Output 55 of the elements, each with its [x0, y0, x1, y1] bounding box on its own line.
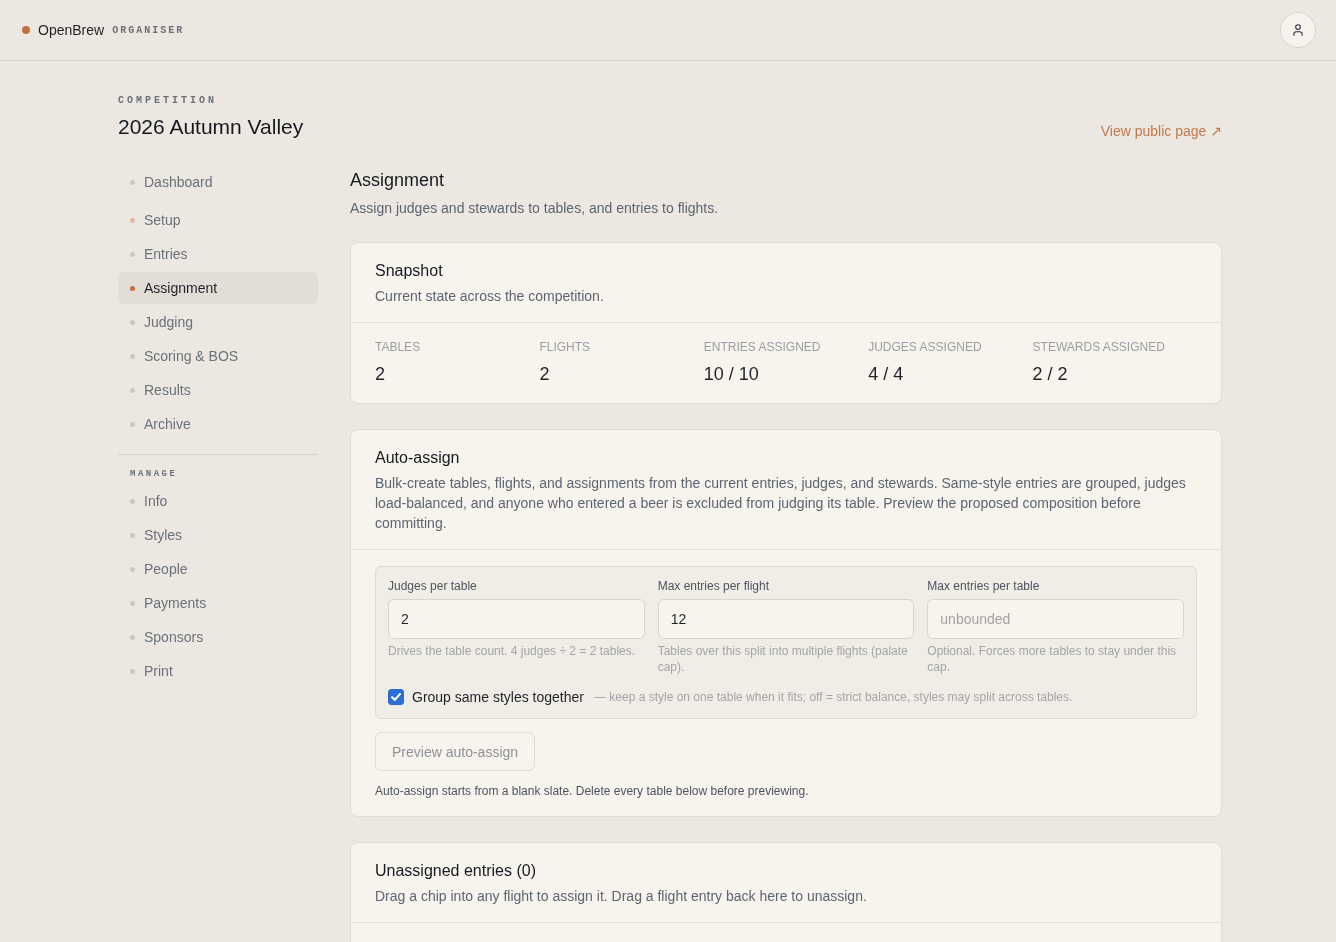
card-title: Auto-assign: [375, 448, 461, 468]
sidebar-item[interactable]: Archive: [118, 408, 318, 440]
field-hint: Optional. Forces more tables to stay under this cap.: [927, 643, 1178, 675]
checkbox[interactable]: [388, 689, 404, 705]
card-title: Unassigned entries (0): [375, 861, 537, 881]
input-field[interactable]: unbounded: [927, 599, 1184, 639]
field-hint: Drives the table count. 4 judges ÷ 2 = 2 tables.: [388, 643, 637, 659]
sidebar-item[interactable]: Print: [118, 655, 318, 687]
stat-value: 2: [375, 363, 386, 386]
stat-value: 4 / 4: [868, 363, 905, 386]
field-hint: Tables over this split into multiple flights (palate cap).: [657, 643, 909, 675]
field-label: Judges per table: [388, 578, 478, 594]
card-subtitle: Current state across the competition.: [375, 287, 605, 306]
check-icon: [391, 693, 401, 701]
sidebar-item[interactable]: Scoring & BOS: [118, 340, 318, 372]
sidebar-item[interactable]: Assignment: [118, 272, 318, 304]
card-subtitle: Drag a chip into any flight to assign it. Drag a flight entry back here to unassign.: [375, 887, 868, 906]
stat-label: STEWARDS ASSIGNED: [1032, 339, 1166, 355]
info-note: Auto-assign starts from a blank slate. Delete every table below before previewing.: [375, 783, 810, 799]
sidebar-item[interactable]: Entries: [118, 238, 318, 270]
sidebar-item[interactable]: Styles: [118, 519, 318, 551]
sidebar-item[interactable]: Dashboard: [118, 166, 318, 198]
stat-label: FLIGHTS: [539, 339, 592, 355]
account-button[interactable]: [1280, 12, 1316, 48]
public-page-link[interactable]: View public page ↗: [1100, 123, 1222, 139]
stat-label: JUDGES ASSIGNED: [868, 339, 983, 355]
checkbox-label: Group same styles together: [412, 689, 584, 705]
stat-value: 10 / 10: [703, 363, 760, 386]
input-field[interactable]: 2: [388, 599, 645, 639]
sidebar-item[interactable]: Results: [118, 374, 318, 406]
user-icon: [1291, 23, 1305, 37]
role-label: ORGANISER: [112, 24, 185, 36]
competition-title: 2026 Autumn Valley: [118, 114, 304, 140]
sidebar-item[interactable]: Setup: [118, 204, 318, 236]
input-field[interactable]: 12: [657, 599, 915, 639]
stat-value: 2 / 2: [1032, 363, 1069, 386]
stat-value: 2: [539, 363, 551, 386]
sidebar-item[interactable]: Info: [118, 485, 318, 517]
stat-label: ENTRIES ASSIGNED: [703, 339, 822, 355]
page-subtitle: Assign judges and stewards to tables, and entries to flights.: [350, 199, 720, 218]
section-eyebrow: COMPETITION: [118, 94, 218, 108]
field-label: Max entries per table: [927, 578, 1041, 594]
card-description: Bulk-create tables, flights, and assignments from the current entries, judges, and stewards. Same-style entries are grouped, judges load-balanced, and anyone who entered a beer is excluded from judging its table. Preview the proposed composition before committing.: [375, 474, 1187, 533]
sidebar-heading: MANAGE: [129, 468, 179, 481]
field-label: Max entries per flight: [657, 578, 771, 594]
sidebar-item[interactable]: Judging: [118, 306, 318, 338]
brand-dot-icon: [22, 26, 30, 34]
stat-label: TABLES: [375, 339, 422, 355]
page-title: Assignment: [350, 169, 446, 192]
brand-name: OpenBrew: [38, 22, 105, 38]
checkbox-hint: — keep a style on one table when it fits; off = strict balance, styles may split across tables.: [594, 690, 1073, 704]
card-title: Snapshot: [375, 261, 444, 281]
sidebar-item[interactable]: People: [118, 553, 318, 585]
sidebar-item[interactable]: Payments: [118, 587, 318, 619]
sidebar-item[interactable]: Sponsors: [118, 621, 318, 653]
